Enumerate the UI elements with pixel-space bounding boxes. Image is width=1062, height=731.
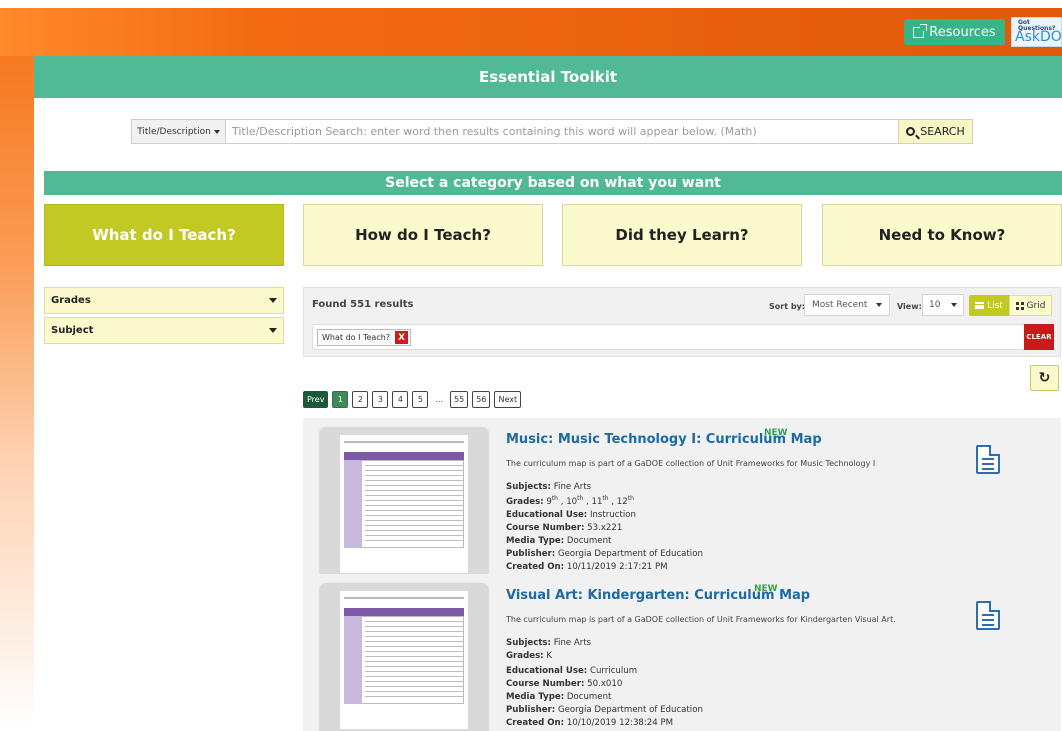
view-count-select[interactable]: 10 — [922, 294, 964, 316]
grid-icon — [1015, 301, 1024, 310]
active-filter-label: What do I Teach? — [322, 333, 391, 342]
new-badge: NEW — [754, 584, 778, 594]
askdoe-logo[interactable]: Got Questions? AskDOE — [1011, 17, 1062, 47]
askdoe-wordmark: AskDOE — [1015, 29, 1062, 45]
category-label: How do I Teach? — [355, 226, 491, 244]
left-gradient-strip — [0, 56, 34, 731]
category-label: Did they Learn? — [615, 226, 749, 244]
sort-value: Most Recent — [812, 300, 868, 310]
page-button-1[interactable]: 1 — [332, 391, 349, 408]
active-filters-row: What do I Teach? X CLEAR — [312, 324, 1054, 350]
category-how-do-i-teach[interactable]: How do I Teach? — [303, 204, 543, 266]
result-created-on: Created On: 10/11/2019 2:17:21 PM — [506, 562, 668, 572]
result-description: The curriculum map is part of a GaDOE co… — [506, 459, 876, 468]
document-icon[interactable] — [976, 445, 1000, 474]
filter-label: Subject — [51, 325, 94, 336]
page-button-5[interactable]: 5 — [412, 391, 429, 408]
page-button-4[interactable]: 4 — [392, 391, 409, 408]
list-label: List — [987, 300, 1003, 311]
search-input[interactable]: Title/Description Search: enter word the… — [226, 120, 898, 143]
result-educational-use: Educational Use: Instruction — [506, 510, 636, 520]
category-label: What do I Teach? — [92, 226, 236, 244]
results-toolbar: Found 551 results Sort by: Most Recent V… — [303, 287, 1061, 357]
clear-filters-button[interactable]: CLEAR — [1024, 324, 1054, 350]
resources-label: Resources — [929, 24, 996, 40]
category-need-to-know[interactable]: Need to Know? — [822, 204, 1062, 266]
grid-view-button[interactable]: Grid — [1009, 295, 1052, 316]
refresh-button[interactable]: ↻ — [1030, 365, 1059, 391]
result-grades: Grades: 9th , 10th , 11th , 12th — [506, 495, 634, 507]
page-button-56[interactable]: 56 — [472, 391, 491, 408]
caret-down-icon — [951, 303, 957, 307]
page-button-3[interactable]: 3 — [372, 391, 389, 408]
prev-page-button[interactable]: Prev — [303, 391, 329, 408]
result-grades: Grades: K — [506, 651, 552, 661]
document-icon[interactable] — [976, 601, 1000, 630]
category-heading: Select a category based on what you want — [44, 171, 1062, 195]
category-what-do-i-teach[interactable]: What do I Teach? — [44, 204, 284, 266]
page-button-55[interactable]: 55 — [450, 391, 469, 408]
search-button[interactable]: SEARCH — [898, 120, 972, 143]
search-field-select-value: Title/Description — [137, 126, 211, 137]
page-title: Essential Toolkit — [34, 56, 1062, 98]
view-label: View: — [897, 302, 922, 311]
top-banner — [0, 0, 1062, 56]
result-thumbnail[interactable] — [320, 427, 488, 579]
new-badge: NEW — [764, 428, 788, 438]
result-course-number: Course Number: 50.x010 — [506, 679, 623, 689]
results-count: Found 551 results — [312, 299, 414, 310]
result-media-type: Media Type: Document — [506, 692, 612, 702]
refresh-icon: ↻ — [1038, 370, 1051, 386]
remove-filter-icon[interactable]: X — [395, 331, 409, 344]
list-view-button[interactable]: List — [969, 295, 1009, 316]
category-did-they-learn[interactable]: Did they Learn? — [562, 204, 802, 266]
sort-select[interactable]: Most Recent — [804, 294, 890, 316]
caret-down-icon — [876, 303, 882, 307]
view-count-value: 10 — [929, 300, 941, 310]
caret-down-icon — [269, 328, 277, 333]
external-link-icon — [913, 23, 928, 38]
search-field-select[interactable]: Title/Description — [132, 120, 226, 143]
result-description: The curriculum map is part of a GaDOE co… — [506, 615, 896, 624]
active-filter-tag: What do I Teach? X — [317, 329, 412, 346]
search-button-label: SEARCH — [920, 125, 965, 138]
toolkit-card: Essential Toolkit Title/Description Titl… — [34, 56, 1062, 731]
result-publisher: Publisher: Georgia Department of Educati… — [506, 705, 703, 715]
subject-filter-dropdown[interactable]: Subject — [44, 317, 284, 344]
page-button-2[interactable]: 2 — [352, 391, 369, 408]
category-label: Need to Know? — [878, 226, 1006, 244]
result-educational-use: Educational Use: Curriculum — [506, 666, 638, 676]
sort-label: Sort by: — [769, 302, 805, 311]
result-created-on: Created On: 10/10/2019 12:38:24 PM — [506, 718, 674, 728]
result-item: Visual Art: Kindergarten: Curriculum Map… — [303, 574, 1061, 731]
document-preview — [340, 591, 468, 729]
grades-filter-dropdown[interactable]: Grades — [44, 287, 284, 314]
document-preview — [340, 435, 468, 573]
result-thumbnail[interactable] — [320, 583, 488, 731]
filter-label: Grades — [51, 295, 91, 306]
search-placeholder: Title/Description Search: enter word the… — [232, 125, 757, 138]
result-course-number: Course Number: 53.x221 — [506, 523, 623, 533]
resources-button[interactable]: Resources — [904, 19, 1005, 45]
result-media-type: Media Type: Document — [506, 536, 612, 546]
pagination: Prev 1 2 3 4 5 ... 55 56 Next — [303, 391, 522, 408]
search-bar: Title/Description Title/Description Sear… — [131, 119, 973, 144]
result-publisher: Publisher: Georgia Department of Educati… — [506, 549, 703, 559]
caret-down-icon — [269, 298, 277, 303]
next-page-button[interactable]: Next — [494, 391, 522, 408]
result-subjects: Subjects: Fine Arts — [506, 638, 592, 648]
caret-down-icon — [213, 129, 220, 134]
search-icon — [906, 127, 916, 136]
pagination-ellipsis: ... — [435, 395, 444, 404]
list-icon — [975, 302, 985, 309]
top-edge — [0, 0, 1062, 8]
result-subjects: Subjects: Fine Arts — [506, 482, 592, 492]
grid-label: Grid — [1026, 300, 1046, 311]
